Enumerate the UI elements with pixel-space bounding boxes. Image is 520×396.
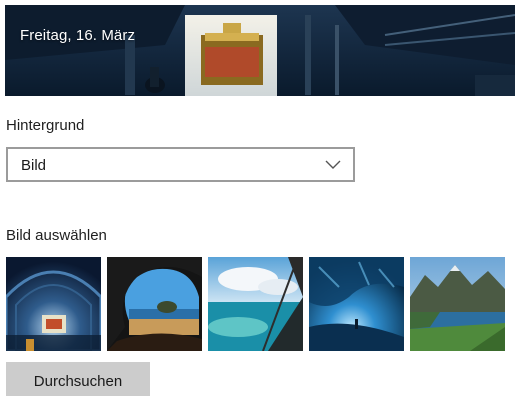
background-dropdown[interactable]: Bild bbox=[6, 147, 355, 182]
picture-thumbnail-1[interactable] bbox=[6, 257, 101, 351]
coastal-lagoon-thumbnail-icon bbox=[208, 257, 303, 351]
preview-image bbox=[5, 5, 515, 96]
browse-button[interactable]: Durchsuchen bbox=[6, 362, 150, 396]
mountain-lake-thumbnail-icon bbox=[410, 257, 505, 351]
picture-thumbnail-5[interactable] bbox=[410, 257, 505, 351]
picture-thumbnail-3[interactable] bbox=[208, 257, 303, 351]
picture-thumbnail-2[interactable] bbox=[107, 257, 202, 351]
preview-date-text: Freitag, 16. März bbox=[20, 27, 136, 44]
background-label: Hintergrund bbox=[6, 117, 85, 134]
chevron-down-icon bbox=[325, 160, 341, 169]
choose-picture-label: Bild auswählen bbox=[6, 227, 107, 244]
cave-beach-thumbnail-icon bbox=[107, 257, 202, 351]
picture-thumbnail-4[interactable] bbox=[309, 257, 404, 351]
background-dropdown-value: Bild bbox=[21, 157, 47, 174]
ice-cave-thumbnail-icon bbox=[309, 257, 404, 351]
lock-screen-preview: Freitag, 16. März bbox=[5, 5, 515, 96]
lock-screen-settings: Freitag, 16. März Hintergrund Bild Bild … bbox=[0, 0, 520, 396]
tunnel-exhibit-thumbnail-icon bbox=[6, 257, 101, 351]
